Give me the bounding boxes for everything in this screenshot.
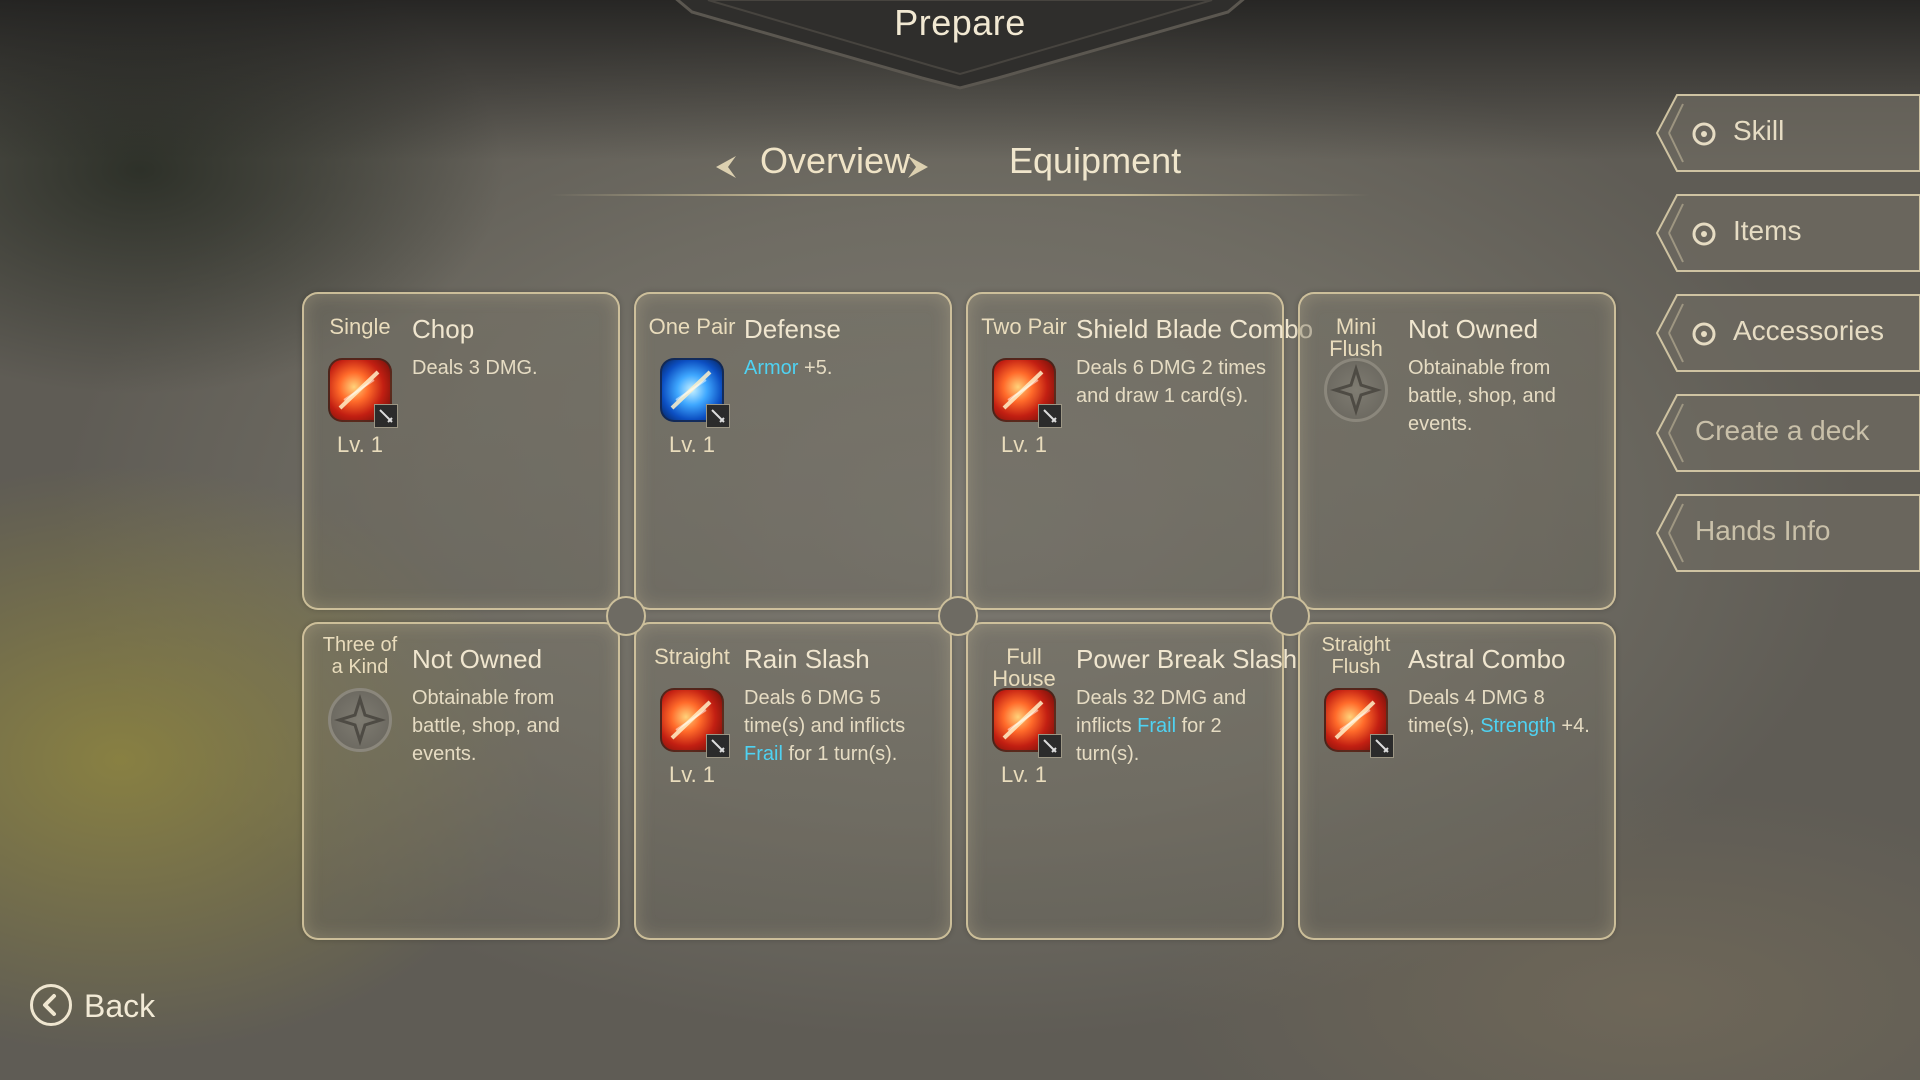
description-text: Obtainable from battle, shop, and events…	[412, 687, 560, 765]
hand-card[interactable]: Straight Flush Astral Combo Deals 4 DMG 8 …	[1298, 622, 1616, 940]
shield-type-icon	[706, 404, 730, 428]
side-menu-label: Hands Info	[1695, 515, 1831, 546]
hand-type-label: One Pair	[648, 314, 736, 339]
level-label: Lv. 1	[1000, 762, 1048, 787]
hand-type-label: Three of a Kind	[322, 634, 398, 678]
keyword-text: Strength	[1480, 715, 1556, 737]
locked-star-icon	[1324, 358, 1388, 422]
hand-type-label: Mini Flush	[1329, 314, 1383, 361]
back-arrow-icon	[30, 984, 72, 1026]
side-menu-create-a-deck[interactable]: Create a deck	[1655, 394, 1920, 472]
skill-name: Not Owned	[412, 644, 543, 674]
skill-name: Astral Combo	[1408, 644, 1566, 674]
skill-name: Power Break Slash	[1076, 644, 1298, 674]
description-text: Deals 3 DMG.	[412, 357, 538, 379]
skill-description: Deals 3 DMG.	[412, 354, 612, 382]
keyword-text: Frail	[1137, 715, 1177, 737]
skill-icon	[1689, 118, 1719, 148]
side-menu-label: Create a deck	[1695, 415, 1870, 446]
flame-slash-icon	[328, 358, 398, 428]
hand-type-label: Straight Flush	[1321, 634, 1391, 678]
description-text: Obtainable from battle, shop, and events…	[1408, 357, 1556, 435]
hand-card[interactable]: Straight Lv. 1 Rain Slash Deals 6 DMG 5 tim…	[634, 622, 952, 940]
tab-underline	[550, 194, 1370, 196]
pouch-icon	[1689, 218, 1719, 248]
skill-description: Deals 4 DMG 8 time(s), Strength +4.	[1408, 684, 1608, 740]
level-label: Lv. 1	[336, 432, 384, 457]
side-menu-skill[interactable]: Skill	[1655, 94, 1920, 172]
back-label: Back	[84, 988, 156, 1024]
side-menu-hands-info[interactable]: Hands Info	[1655, 494, 1920, 572]
level-label: Lv. 1	[1000, 432, 1048, 457]
skill-description: Deals 6 DMG 5 time(s) and inflicts Frail…	[744, 684, 944, 768]
hand-card[interactable]: Mini Flush Not Owned Obtainable from battl…	[1298, 292, 1616, 610]
frame-joint	[938, 596, 978, 636]
frame-joint	[606, 596, 646, 636]
hand-type-label: Straight	[654, 644, 730, 669]
hand-card[interactable]: Full House Lv. 1 Power Break Slash Deals 32…	[966, 622, 1297, 940]
hand-card[interactable]: Single Lv. 1 Chop Deals 3 DMG.	[302, 292, 620, 610]
sword-type-icon	[374, 404, 398, 428]
hand-card[interactable]: Two Pair Lv. 1 Shield Blade Combo Deals 6 D…	[966, 292, 1313, 610]
locked-star-icon	[328, 688, 392, 752]
hand-card[interactable]: Three of a Kind Not Owned Obtainable from …	[302, 622, 620, 940]
side-menu-label: Items	[1733, 215, 1802, 246]
sword-type-icon	[1038, 404, 1062, 428]
hand-type-label: Single	[329, 314, 391, 339]
level-label: Lv. 1	[668, 762, 716, 787]
hand-card[interactable]: One Pair Lv. 1 Defense Armor +5.	[634, 292, 952, 610]
keyword-text: Frail	[744, 743, 783, 765]
skill-name: Not Owned	[1408, 314, 1539, 344]
arrow-right-icon[interactable]	[904, 152, 934, 182]
back-button[interactable]: Back	[30, 982, 160, 1032]
skill-name: Chop	[412, 314, 475, 344]
description-text: Deals 6 DMG 2 times and draw 1 card(s).	[1076, 357, 1267, 407]
skill-description: Deals 6 DMG 2 times and draw 1 card(s).	[1076, 354, 1276, 410]
keyword-text: Armor	[744, 357, 799, 379]
skill-description: Obtainable from battle, shop, and events…	[1408, 354, 1608, 438]
frame-joint	[1270, 596, 1310, 636]
skill-description: Deals 32 DMG and inflicts Frail for 2 tu…	[1076, 684, 1276, 768]
tab-equipment[interactable]: Equipment	[1009, 140, 1181, 182]
description-text: +4.	[1555, 715, 1590, 737]
tab-overview[interactable]: Overview	[760, 140, 910, 182]
description-text: for 1 turn(s).	[782, 743, 898, 765]
arrow-left-icon[interactable]	[710, 152, 740, 182]
level-label: Lv. 1	[668, 432, 716, 457]
shield-blade-icon	[992, 358, 1062, 428]
tab-bar: Overview Equipment	[540, 140, 1360, 200]
description-text: +5.	[798, 357, 833, 379]
description-text: Deals 6 DMG 5 time(s) and inflicts	[744, 687, 906, 737]
side-menu-items[interactable]: Items	[1655, 194, 1920, 272]
page-title: Prepare	[894, 2, 1026, 43]
skill-name: Rain Slash	[744, 644, 870, 674]
ring-icon	[1689, 318, 1719, 348]
sword-type-icon	[1038, 734, 1062, 758]
skill-description: Obtainable from battle, shop, and events…	[412, 684, 612, 768]
rain-slash-icon	[660, 688, 730, 758]
side-menu-label: Skill	[1733, 115, 1785, 146]
skill-name: Defense	[744, 314, 841, 344]
hand-type-label: Full House	[992, 644, 1056, 691]
sword-type-icon	[1370, 734, 1394, 758]
hand-card-grid: Single Lv. 1 Chop Deals 3 DMG. One Pair Lv. 1…	[302, 292, 1618, 942]
skill-name: Shield Blade Combo	[1076, 314, 1314, 344]
title-banner: Prepare	[668, 0, 1252, 92]
sword-type-icon	[706, 734, 730, 758]
hand-type-label: Two Pair	[981, 314, 1067, 339]
side-menu-label: Accessories	[1733, 315, 1884, 346]
power-break-icon	[992, 688, 1062, 758]
skill-description: Armor +5.	[744, 354, 944, 382]
side-menu-accessories[interactable]: Accessories	[1655, 294, 1920, 372]
astral-claw-icon	[1324, 688, 1394, 758]
blue-shield-icon	[660, 358, 730, 428]
